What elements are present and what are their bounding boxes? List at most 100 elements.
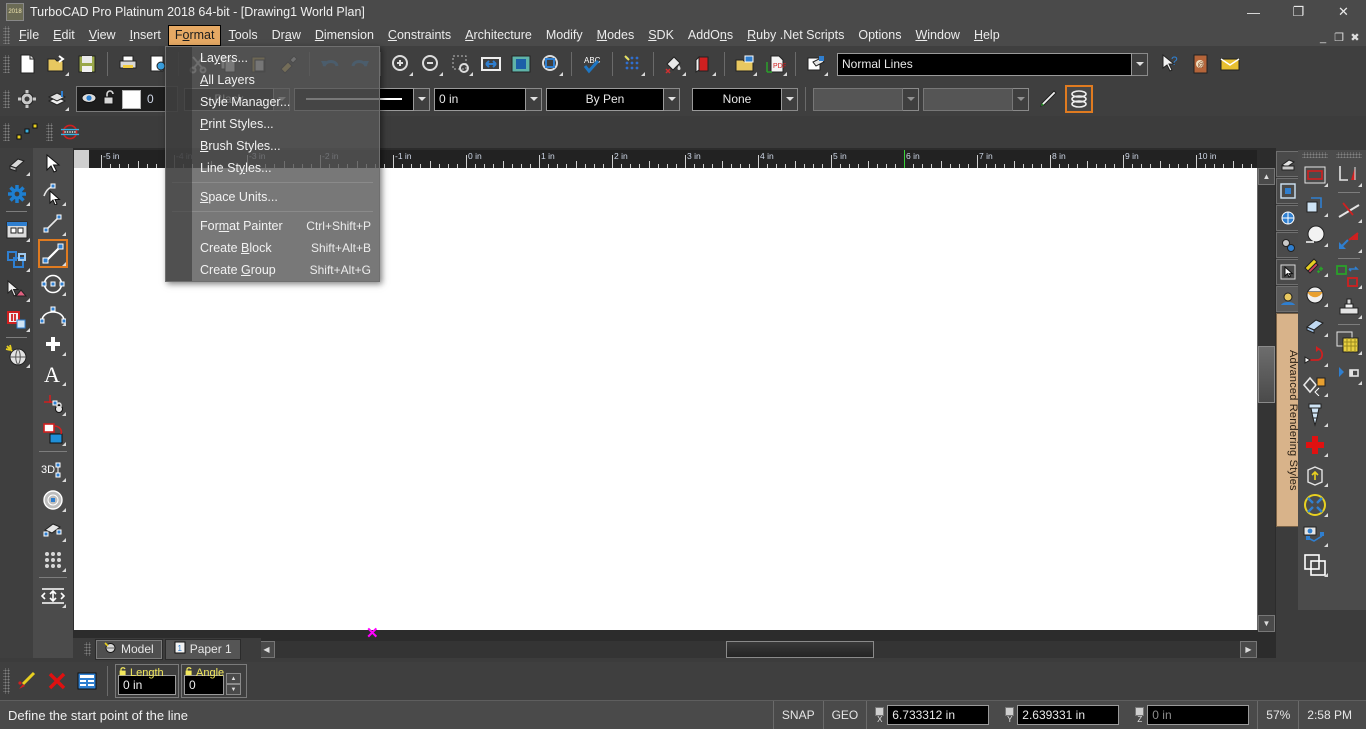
select-tool-panel-icon[interactable]	[1276, 259, 1300, 285]
align-objects-icon[interactable]	[1334, 262, 1364, 291]
menu-item-create-block[interactable]: Create Block Shift+Alt+B	[166, 237, 379, 259]
mdi-minimize-button[interactable]: _	[1316, 26, 1330, 45]
close-button[interactable]: ✕	[1321, 0, 1366, 24]
magic-select-globe-icon[interactable]	[2, 341, 32, 370]
shade-block-icon[interactable]	[1300, 310, 1330, 339]
menu-draw[interactable]: Draw	[265, 25, 308, 46]
tab-model[interactable]: Model	[95, 638, 163, 660]
zoom-selection-icon[interactable]	[447, 50, 475, 78]
multi-select-icon[interactable]	[2, 245, 32, 274]
zoom-level[interactable]: 57%	[1257, 701, 1298, 729]
vertical-scroll-thumb[interactable]	[1258, 346, 1275, 403]
layer-export-icon[interactable]	[802, 50, 830, 78]
line-style-combo[interactable]: Normal Lines	[837, 52, 1148, 76]
properties-panel-icon[interactable]	[1276, 232, 1300, 258]
material-cylinder-icon[interactable]	[1300, 280, 1330, 309]
pencil-edit-icon[interactable]	[1035, 85, 1063, 113]
shrink-fit-icon[interactable]	[1300, 490, 1330, 519]
unlock-icon[interactable]	[103, 90, 116, 108]
blocks-icon[interactable]	[1276, 205, 1300, 231]
right-toolbar-grip[interactable]	[1302, 152, 1328, 158]
mdi-restore-button[interactable]: ❐	[1332, 26, 1346, 45]
scroll-down-button[interactable]: ▼	[1258, 615, 1275, 632]
mirror-icon[interactable]	[1334, 226, 1364, 255]
menu-modify[interactable]: Modify	[539, 25, 590, 46]
brush-style-combo[interactable]: None	[692, 87, 798, 111]
dimension-tool-icon[interactable]	[38, 581, 68, 610]
node-edit-icon[interactable]	[38, 179, 68, 208]
trim-icon[interactable]	[1334, 196, 1364, 225]
menu-help[interactable]: Help	[967, 25, 1007, 46]
cancel-red-x-icon[interactable]	[43, 667, 71, 695]
group-select-icon[interactable]	[2, 215, 32, 244]
3d-tool-icon[interactable]: 3D	[38, 455, 68, 484]
select-color-icon[interactable]	[2, 275, 32, 304]
menu-item-line-styles[interactable]: Line Styles...	[166, 157, 379, 179]
sphere-tool-icon[interactable]	[38, 485, 68, 514]
menu-constraints[interactable]: Constraints	[381, 25, 458, 46]
save-disk-icon[interactable]	[73, 50, 101, 78]
select-similar-icon[interactable]	[2, 305, 32, 334]
menu-insert[interactable]: Insert	[123, 25, 168, 46]
brush-style-arrow[interactable]	[782, 87, 798, 111]
brush-pattern-arrow[interactable]	[903, 87, 919, 111]
array-tool-icon[interactable]	[38, 545, 68, 574]
render-styles-panel-icon[interactable]	[1276, 286, 1300, 312]
angle-dimension-icon[interactable]	[1334, 160, 1364, 189]
brush-style-value[interactable]: None	[692, 87, 782, 111]
menu-item-brush-styles[interactable]: Brush Styles...	[166, 135, 379, 157]
menu-drag-grip[interactable]	[3, 26, 10, 44]
menu-tools[interactable]: Tools	[221, 25, 264, 46]
zoom-fit-icon[interactable]	[507, 50, 535, 78]
render-cube-icon[interactable]	[690, 50, 718, 78]
menu-item-layers[interactable]: Layers...	[166, 47, 379, 69]
boolean-shapes-icon[interactable]	[1300, 370, 1330, 399]
table-grid-icon[interactable]	[73, 667, 101, 695]
menu-format[interactable]: Format	[167, 24, 222, 46]
zoom-out-icon[interactable]	[417, 50, 445, 78]
select-3d-object-icon[interactable]	[2, 149, 32, 178]
menu-ruby-net-scripts[interactable]: Ruby .Net Scripts	[740, 25, 851, 46]
selection-info-icon[interactable]	[1276, 178, 1300, 204]
hatch-fill-icon[interactable]	[1334, 328, 1364, 357]
line-style-combo-value[interactable]: Normal Lines	[837, 52, 1132, 76]
ruler-corner[interactable]	[74, 150, 89, 168]
properties-gear-icon[interactable]	[13, 85, 41, 113]
layers-stack-icon[interactable]	[43, 85, 71, 113]
insert-frame-icon[interactable]	[1300, 160, 1330, 189]
menu-item-print-styles[interactable]: Print Styles...	[166, 113, 379, 135]
standard-toolbar-grip[interactable]	[3, 55, 10, 73]
brush-color-value[interactable]	[923, 87, 1013, 111]
scroll-up-button[interactable]: ▲	[1258, 168, 1275, 185]
snap-wand-icon[interactable]	[13, 667, 41, 695]
cube-extrude-icon[interactable]	[1300, 460, 1330, 489]
solid-tool-icon[interactable]	[38, 515, 68, 544]
brush-color-combo[interactable]	[923, 87, 1029, 111]
layer-color-swatch[interactable]	[122, 89, 141, 109]
print-icon[interactable]	[114, 50, 142, 78]
horizontal-scroll-thumb[interactable]	[726, 641, 874, 658]
angle-spin-down[interactable]: ▼	[226, 684, 241, 695]
menu-view[interactable]: View	[82, 25, 123, 46]
brush-color-arrow[interactable]	[1013, 87, 1029, 111]
angle-spinner[interactable]: ▲ ▼	[226, 673, 241, 695]
mail-icon[interactable]	[1216, 50, 1244, 78]
maximize-button[interactable]: ❐	[1276, 0, 1321, 24]
pdf-export-icon[interactable]: PDF	[761, 50, 789, 78]
design-director-icon[interactable]	[1276, 151, 1300, 177]
address-book-icon[interactable]: @	[1186, 50, 1214, 78]
arc-tool-icon[interactable]	[38, 299, 68, 328]
snap-points-icon[interactable]	[13, 118, 41, 146]
right-toolbar-2-grip[interactable]	[1336, 152, 1362, 158]
line-mode-value[interactable]: By Pen	[546, 87, 664, 111]
screw-icon[interactable]	[1300, 400, 1330, 429]
properties-toolbar-grip[interactable]	[3, 90, 10, 108]
explode-icon[interactable]	[1334, 358, 1364, 387]
status-geo[interactable]: GEO	[822, 701, 867, 729]
circle-tool-icon[interactable]	[38, 269, 68, 298]
line-mode-combo[interactable]: By Pen	[546, 87, 680, 111]
grid-icon[interactable]	[619, 50, 647, 78]
menu-modes[interactable]: Modes	[590, 25, 642, 46]
sphere-render-icon[interactable]	[1300, 220, 1330, 249]
line-width-value[interactable]: 0 in	[434, 87, 526, 111]
